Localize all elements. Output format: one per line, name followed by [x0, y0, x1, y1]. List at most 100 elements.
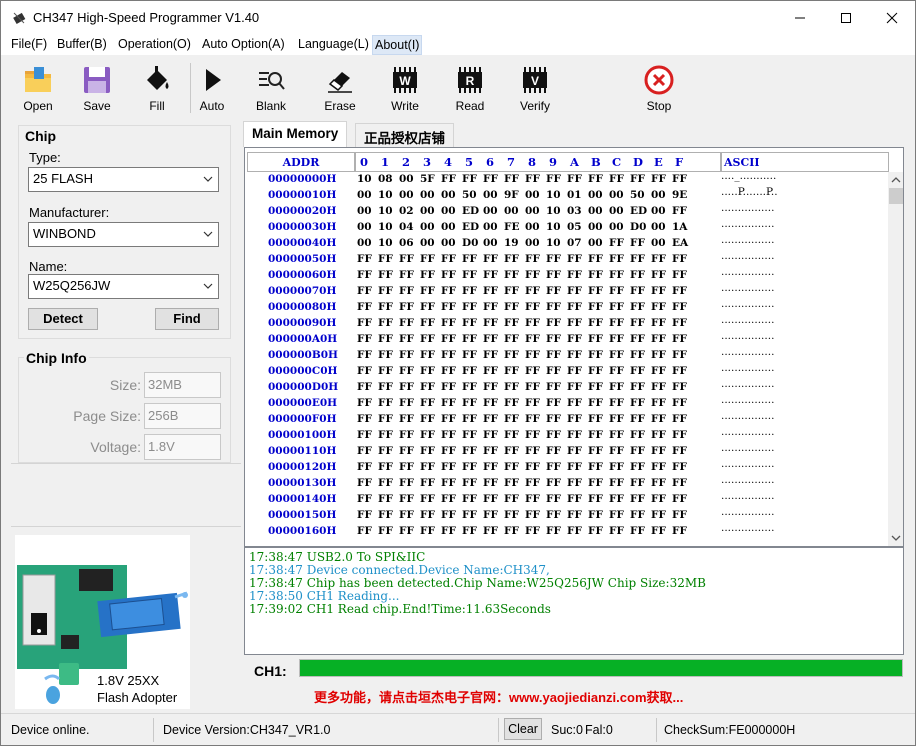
hex-row[interactable]: 00000010H 00 10 00 00 00 50 00 9F 00 10 01 00 00 50 00 9…: [245, 186, 889, 205]
menu-language[interactable]: Language(L): [296, 37, 371, 51]
hex-row[interactable]: 00000000H 10 08 00 5F FF FF FF FF FF FF FF FF FF FF FF F…: [245, 170, 889, 189]
hex-row[interactable]: 00000040H 00 10 06 00 00 D0 00 19 00 10 07 00 FF FF 00 E…: [245, 234, 889, 253]
hex-byte: FF: [609, 413, 624, 425]
write-button[interactable]: W Write: [378, 59, 432, 117]
minimize-button[interactable]: [777, 1, 823, 35]
fill-button[interactable]: Fill: [130, 59, 184, 117]
hex-byte: FF: [420, 429, 435, 441]
page-size-field[interactable]: 256B: [144, 403, 221, 429]
hex-row[interactable]: 00000070H FF FF FF FF FF FF FF FF FF FF FF FF FF FF FF F…: [245, 282, 889, 301]
read-button[interactable]: R Read: [443, 59, 497, 117]
hex-row[interactable]: 00000140H FF FF FF FF FF FF FF FF FF FF FF FF FF FF FF F…: [245, 490, 889, 509]
hex-row[interactable]: 00000100H FF FF FF FF FF FF FF FF FF FF FF FF FF FF FF F…: [245, 426, 889, 445]
type-select[interactable]: 25 FLASH: [28, 167, 219, 192]
hex-row[interactable]: 00000080H FF FF FF FF FF FF FF FF FF FF FF FF FF FF FF F…: [245, 298, 889, 317]
hex-row[interactable]: 000000D0H FF FF FF FF FF FF FF FF FF FF FF FF FF FF FF F…: [245, 378, 889, 397]
hex-byte: FF: [378, 429, 393, 441]
hex-byte: FF: [399, 525, 414, 537]
scroll-thumb[interactable]: [889, 188, 903, 204]
hex-byte: FF: [462, 301, 477, 313]
svg-text:V: V: [531, 74, 539, 88]
hex-row[interactable]: 00000090H FF FF FF FF FF FF FF FF FF FF FF FF FF FF FF F…: [245, 314, 889, 333]
column-header: E: [654, 155, 663, 169]
hex-row[interactable]: 000000C0H FF FF FF FF FF FF FF FF FF FF FF FF FF FF FF F…: [245, 362, 889, 381]
hex-row[interactable]: 00000050H FF FF FF FF FF FF FF FF FF FF FF FF FF FF FF F…: [245, 250, 889, 269]
hex-byte: FF: [609, 349, 624, 361]
hex-row[interactable]: 00000150H FF FF FF FF FF FF FF FF FF FF FF FF FF FF FF F…: [245, 506, 889, 525]
hex-byte: FF: [420, 525, 435, 537]
hex-byte: FF: [399, 461, 414, 473]
verify-button[interactable]: V Verify: [508, 59, 562, 117]
voltage-field[interactable]: 1.8V: [144, 434, 221, 460]
hex-byte: FF: [630, 285, 645, 297]
hex-header: ADDR 0123456789ABCDEF ASCII: [245, 152, 889, 172]
row-address: 000000E0H: [268, 397, 338, 409]
hex-row[interactable]: 000000E0H FF FF FF FF FF FF FF FF FF FF FF FF FF FF FF F…: [245, 394, 889, 413]
hex-byte: 02: [399, 205, 414, 217]
hex-view[interactable]: ADDR 0123456789ABCDEF ASCII 00000000H 10 0…: [244, 147, 904, 547]
hex-byte: FF: [504, 349, 519, 361]
hex-row[interactable]: 00000160H FF FF FF FF FF FF FF FF FF FF FF FF FF FF FF F…: [245, 522, 889, 541]
hex-byte: FF: [441, 301, 456, 313]
row-address: 00000100H: [268, 429, 337, 441]
hex-row[interactable]: 00000060H FF FF FF FF FF FF FF FF FF FF FF FF FF FF FF F…: [245, 266, 889, 285]
stop-button[interactable]: Stop: [632, 59, 686, 117]
blank-button[interactable]: Blank: [244, 59, 298, 117]
hex-row[interactable]: 000000F0H FF FF FF FF FF FF FF FF FF FF FF FF FF FF FF F…: [245, 410, 889, 429]
hex-byte: FF: [630, 365, 645, 377]
hex-byte: FF: [462, 285, 477, 297]
tab-main-memory[interactable]: Main Memory: [243, 121, 348, 147]
hex-byte: FF: [567, 365, 582, 377]
row-address: 00000120H: [268, 461, 337, 473]
hex-byte: FF: [588, 493, 603, 505]
hex-byte: FF: [504, 285, 519, 297]
maximize-button[interactable]: [823, 1, 869, 35]
hex-byte: 00: [525, 189, 540, 201]
hex-byte: FF: [609, 461, 624, 473]
hex-byte: FF: [609, 477, 624, 489]
hex-row[interactable]: 00000110H FF FF FF FF FF FF FF FF FF FF FF FF FF FF FF F…: [245, 442, 889, 461]
hex-byte: FF: [357, 349, 372, 361]
erase-label: Erase: [324, 99, 356, 113]
hex-byte: 00: [441, 237, 456, 249]
menu-file[interactable]: File(F): [9, 37, 49, 51]
hex-byte: FF: [462, 445, 477, 457]
hex-row[interactable]: 00000020H 00 10 02 00 00 ED 00 00 00 10 03 00 00 ED 00 F…: [245, 202, 889, 221]
save-button[interactable]: Save: [70, 59, 124, 117]
auto-button[interactable]: Auto: [185, 59, 239, 117]
manufacturer-select[interactable]: WINBOND: [28, 222, 219, 247]
hex-byte: FF: [504, 317, 519, 329]
tab-authorized-store[interactable]: 正品授权店铺: [355, 123, 454, 147]
hex-row[interactable]: 000000A0H FF FF FF FF FF FF FF FF FF FF FF FF FF FF FF F…: [245, 330, 889, 349]
name-select[interactable]: W25Q256JW: [28, 274, 219, 299]
find-button[interactable]: Find: [155, 308, 219, 330]
hex-row[interactable]: 00000120H FF FF FF FF FF FF FF FF FF FF FF FF FF FF FF F…: [245, 458, 889, 477]
hex-row[interactable]: 000000B0H FF FF FF FF FF FF FF FF FF FF FF FF FF FF FF F…: [245, 346, 889, 365]
menu-about[interactable]: About(I): [372, 35, 423, 55]
hex-byte: FF: [420, 413, 435, 425]
hex-row[interactable]: 00000030H 00 10 04 00 00 ED 00 FE 00 10 05 00 00 D0 00 1…: [245, 218, 889, 237]
hex-byte: FF: [420, 349, 435, 361]
scroll-down-icon[interactable]: [891, 534, 901, 542]
scroll-up-icon[interactable]: [891, 176, 901, 184]
hex-row[interactable]: 00000130H FF FF FF FF FF FF FF FF FF FF FF FF FF FF FF F…: [245, 474, 889, 493]
menu-auto-option[interactable]: Auto Option(A): [200, 37, 287, 51]
promo-link[interactable]: 更多功能，请点击垣杰电子官网：www.yaojiedianzi.com获取...: [314, 687, 683, 706]
open-button[interactable]: Open: [11, 59, 65, 117]
hex-byte: 00: [441, 221, 456, 233]
clear-button[interactable]: Clear: [504, 718, 542, 740]
hex-scrollbar[interactable]: [888, 172, 903, 546]
row-address: 00000020H: [268, 205, 337, 217]
toolbar: Open Save Fill Auto Blank Erase W Write …: [11, 59, 691, 117]
log-output[interactable]: 17:38:47 USB2.0 To SPI&IIC 17:38:47 Devic…: [244, 547, 904, 655]
close-button[interactable]: [869, 1, 915, 35]
row-address: 00000010H: [268, 189, 337, 201]
hex-byte: FF: [441, 349, 456, 361]
hex-byte: 00: [609, 189, 624, 201]
size-field[interactable]: 32MB: [144, 372, 221, 398]
adapter-caption-2: Flash Adopter: [97, 690, 178, 705]
menu-buffer[interactable]: Buffer(B): [55, 37, 109, 51]
erase-button[interactable]: Erase: [313, 59, 367, 117]
menu-operation[interactable]: Operation(O): [116, 37, 193, 51]
detect-button[interactable]: Detect: [28, 308, 98, 330]
